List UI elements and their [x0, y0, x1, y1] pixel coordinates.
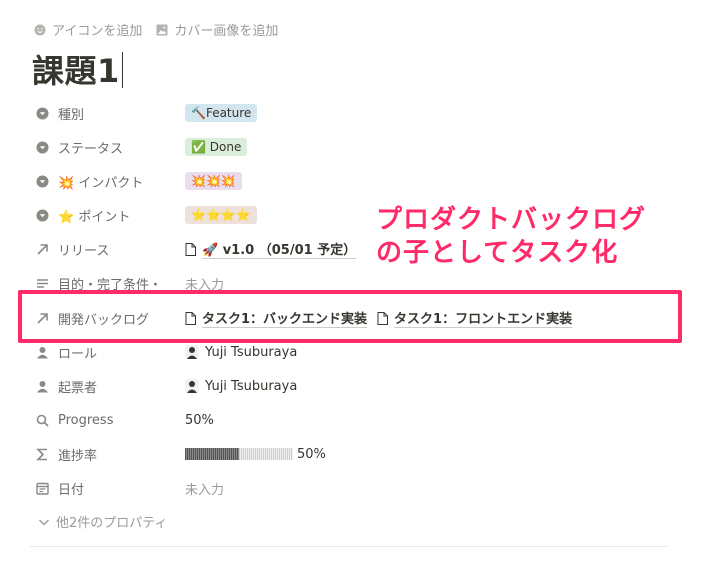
- creator-person-name[interactable]: Yuji Tsuburaya: [205, 379, 297, 394]
- avatar: [185, 379, 199, 393]
- select-icon: [36, 175, 48, 187]
- relation-arrow-icon: [36, 243, 48, 255]
- property-date-label: 日付: [58, 482, 85, 498]
- page-title[interactable]: 課題1: [32, 46, 123, 92]
- property-progress[interactable]: Progress 50%: [34, 407, 214, 433]
- property-date[interactable]: 日付 未入力: [34, 475, 224, 501]
- progress-value[interactable]: 50%: [185, 413, 214, 428]
- role-person-name[interactable]: Yuji Tsuburaya: [205, 345, 297, 360]
- property-progress-label: Progress: [58, 412, 114, 428]
- image-icon: [156, 24, 168, 35]
- property-points-label: ⭐ ポイント: [58, 209, 131, 225]
- impact-tag[interactable]: 💥💥💥: [185, 172, 242, 190]
- smiley-icon: [34, 24, 46, 35]
- add-cover-label: カバー画像を追加: [174, 24, 279, 39]
- release-link[interactable]: 🚀 v1.0 （05/01 予定）: [202, 239, 357, 259]
- property-points[interactable]: ⭐ ポイント ⭐⭐⭐⭐: [34, 202, 257, 228]
- progress-bar: [185, 448, 293, 460]
- progress-bar-fill: [185, 448, 239, 460]
- select-icon: [36, 107, 48, 119]
- avatar: [185, 345, 199, 359]
- document-icon: [185, 242, 196, 256]
- annotation-line-2: の子としてタスク化: [376, 238, 619, 268]
- annotation-line-1: プロダクトバックログ: [376, 205, 647, 235]
- property-rate[interactable]: 進捗率 50%: [34, 441, 326, 467]
- rate-value[interactable]: 50%: [297, 447, 326, 462]
- property-type-label: 種別: [58, 107, 85, 123]
- page-title-text[interactable]: 課題1: [32, 52, 120, 90]
- page-top-actions: アイコンを追加 カバー画像を追加: [34, 20, 278, 39]
- date-empty-value[interactable]: 未入力: [185, 479, 224, 498]
- select-icon: [36, 141, 48, 153]
- property-impact[interactable]: 💥 インパクト 💥💥💥: [34, 168, 242, 194]
- search-icon: [36, 414, 49, 427]
- property-status-label: ステータス: [58, 141, 124, 157]
- text-cursor: [121, 52, 123, 88]
- more-properties-toggle[interactable]: 他2件のプロパティ: [38, 512, 168, 531]
- text-lines-icon: [36, 278, 48, 288]
- property-status[interactable]: ステータス ✅ Done: [34, 134, 248, 160]
- sigma-icon: [35, 448, 47, 460]
- add-cover-button[interactable]: カバー画像を追加: [156, 20, 278, 39]
- property-creator[interactable]: 起票者 Yuji Tsuburaya: [34, 373, 297, 399]
- calendar-icon: [35, 482, 49, 495]
- progress-bar-remaining: [239, 448, 293, 460]
- person-icon: [36, 380, 48, 392]
- property-role-label: ロール: [58, 346, 98, 362]
- more-properties-label: 他2件のプロパティ: [56, 516, 168, 531]
- chevron-down-icon: [39, 519, 49, 525]
- property-type[interactable]: 種別 🔨Feature: [34, 100, 258, 126]
- property-creator-label: 起票者: [58, 380, 98, 396]
- property-release[interactable]: リリース 🚀 v1.0 （05/01 予定）: [34, 236, 357, 262]
- backlog-highlight-box: [18, 290, 682, 343]
- add-icon-label: アイコンを追加: [52, 24, 143, 39]
- divider: [30, 546, 668, 547]
- status-tag[interactable]: ✅ Done: [185, 138, 248, 156]
- person-icon: [36, 346, 48, 358]
- add-icon-button[interactable]: アイコンを追加: [34, 20, 142, 39]
- type-tag[interactable]: 🔨Feature: [185, 104, 258, 122]
- property-release-label: リリース: [58, 243, 110, 259]
- property-rate-label: 進捗率: [58, 448, 98, 464]
- select-icon: [36, 209, 48, 221]
- annotation-callout: プロダクトバックログ の子としてタスク化: [376, 204, 646, 270]
- property-impact-label: 💥 インパクト: [58, 175, 144, 191]
- points-tag[interactable]: ⭐⭐⭐⭐: [185, 206, 257, 224]
